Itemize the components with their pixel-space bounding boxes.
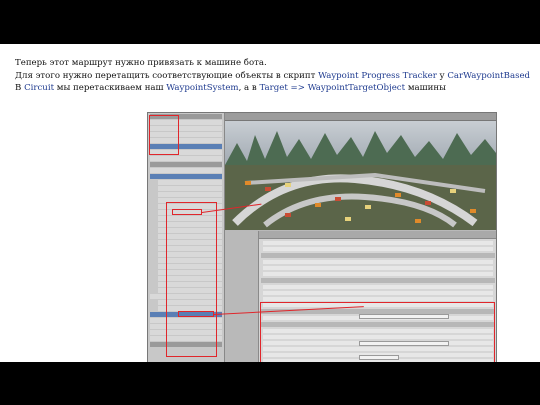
inspector-row — [263, 247, 493, 251]
scene-building — [425, 201, 431, 205]
instruction-line-2: Для этого нужно перетащить соответствующ… — [15, 70, 530, 83]
scene-render — [225, 131, 496, 230]
hierarchy-header — [150, 162, 222, 167]
line3-mid2: , а в — [238, 83, 260, 93]
line3-prefix: В — [15, 83, 25, 93]
unity-editor-screenshot — [147, 112, 497, 362]
instruction-line-3: В Circuit мы перетаскиваем наш WaypointS… — [15, 82, 530, 95]
hierarchy-row-selected — [150, 174, 222, 179]
slide: Теперь этот маршрут нужно привязать к ма… — [0, 0, 540, 405]
component-header — [261, 253, 495, 258]
scene-building — [265, 187, 271, 191]
inspector-title — [259, 231, 496, 239]
highlight-frame — [166, 202, 217, 357]
line2-mid: у — [436, 70, 448, 81]
script-name: Waypoint Progress Tracker — [318, 70, 437, 81]
scene-building — [285, 183, 291, 187]
line3-mid: мы перетаскиваем наш — [54, 83, 167, 93]
inspector-row — [263, 272, 493, 276]
circuit-label: Circuit — [24, 83, 55, 93]
target-object-label: WaypointTargetObject — [307, 83, 406, 93]
instruction-text: Теперь этот маршрут нужно привязать к ма… — [15, 57, 530, 95]
scene-view[interactable] — [225, 113, 496, 230]
scene-building — [415, 219, 421, 223]
target-label: Target — [259, 83, 288, 93]
scene-building — [395, 193, 401, 197]
highlight-frame — [149, 115, 179, 155]
scene-building — [285, 213, 291, 217]
hierarchy-row — [158, 186, 222, 191]
component-header — [261, 278, 495, 283]
scene-building — [450, 189, 456, 193]
scene-building — [245, 181, 251, 185]
object-name: CarWaypointBased — [447, 70, 531, 81]
scene-building — [365, 205, 371, 209]
waypoint-system-label: WaypointSystem — [166, 83, 239, 93]
inspector-row — [263, 266, 493, 270]
hierarchy-row — [150, 168, 222, 173]
scene-building — [315, 203, 321, 207]
inspector-row — [263, 241, 493, 245]
highlight-frame — [178, 311, 214, 317]
instruction-line-1: Теперь этот маршрут нужно привязать к ма… — [15, 58, 267, 68]
hierarchy-row — [150, 156, 222, 161]
scene-building — [335, 197, 341, 201]
inspector-row — [263, 291, 493, 295]
line2-prefix: Для этого нужно перетащить соответствующ… — [15, 70, 319, 81]
inspector-row — [263, 285, 493, 289]
scene-building — [345, 217, 351, 221]
hierarchy-row — [158, 180, 222, 185]
inspector-row — [263, 260, 493, 264]
hierarchy-row — [158, 192, 222, 197]
inspector-row — [263, 297, 493, 301]
slide-page: Теперь этот маршрут нужно привязать к ма… — [0, 44, 540, 362]
line3-suffix: машины — [405, 83, 446, 93]
scene-building — [470, 209, 476, 213]
highlight-frame — [172, 209, 202, 215]
arrow-text: => — [287, 83, 308, 93]
